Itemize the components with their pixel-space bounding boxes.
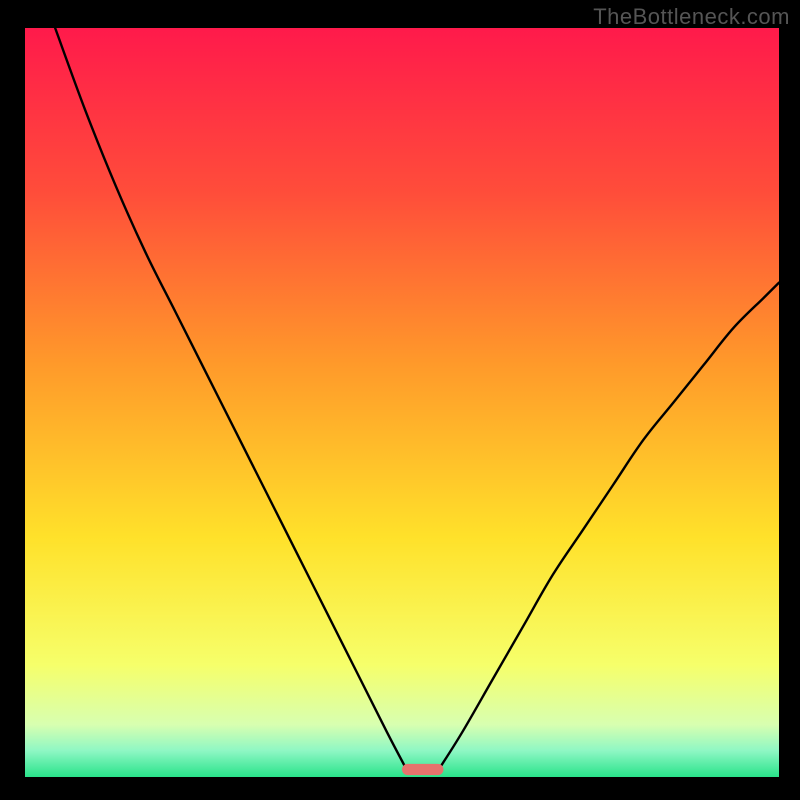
minimum-marker: [402, 764, 443, 775]
plot-background: [25, 28, 779, 777]
watermark-text: TheBottleneck.com: [593, 4, 790, 30]
bottleneck-chart: [0, 0, 800, 800]
chart-stage: TheBottleneck.com: [0, 0, 800, 800]
